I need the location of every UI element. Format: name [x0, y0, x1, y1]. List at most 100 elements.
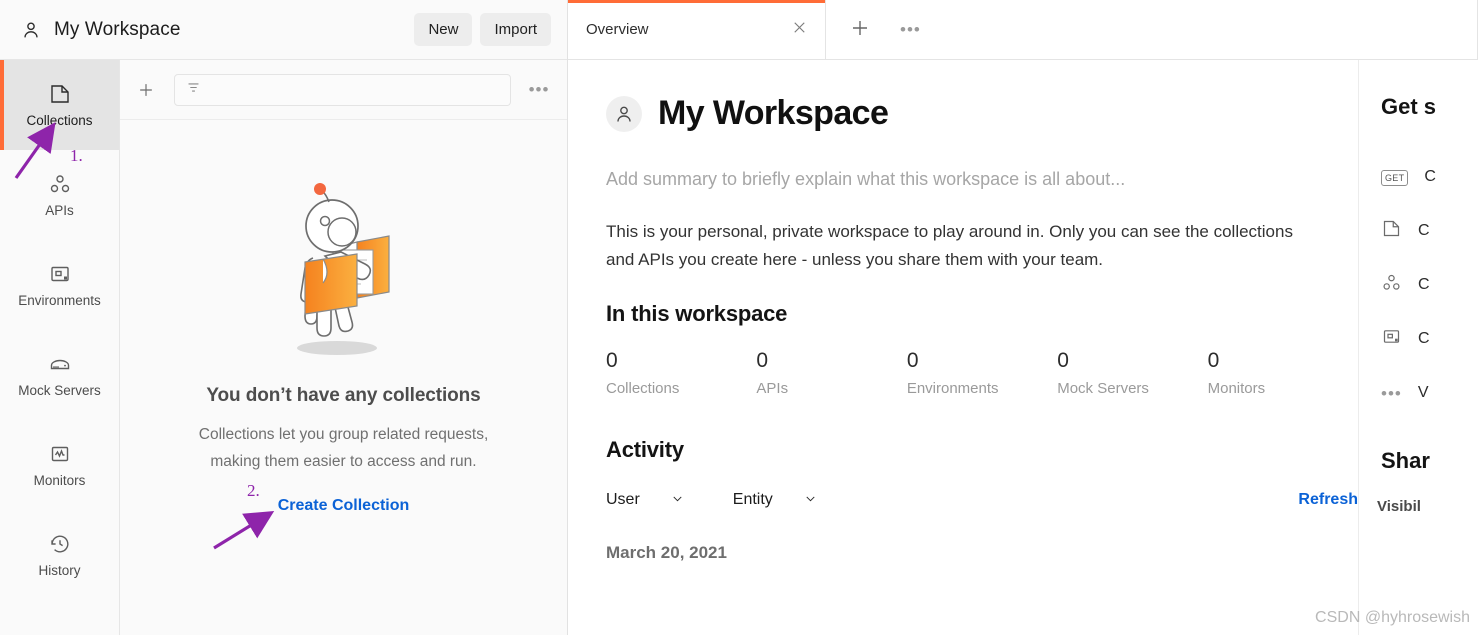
stat-collections-label: Collections [606, 380, 680, 398]
get-started-item-api[interactable]: C [1359, 258, 1478, 312]
summary-placeholder[interactable]: Add summary to briefly explain what this… [606, 169, 1358, 190]
collection-icon [48, 82, 72, 106]
collection-icon [1381, 218, 1402, 244]
get-started-item-request-label: C [1424, 168, 1436, 185]
csdn-watermark: CSDN @hyhrosewish [1315, 609, 1470, 626]
sidebar-label-history: History [38, 563, 81, 578]
sidebar-item-environments[interactable]: Environments [0, 240, 119, 330]
stat-monitors: 0 Monitors [1208, 349, 1358, 397]
activity-user-filter[interactable]: User [606, 491, 685, 509]
activity-user-filter-label: User [606, 491, 640, 509]
get-started-item-view-more-label: V [1417, 384, 1429, 401]
collections-pane: ••• You don’t have any collections Colle… [120, 60, 567, 635]
stat-apis-count: 0 [756, 349, 769, 373]
sidebar-item-mock-servers[interactable]: Mock Servers [0, 330, 119, 420]
tab-overview-label: Overview [586, 21, 649, 38]
get-started-item-request[interactable]: GET C [1359, 150, 1478, 204]
main-pane: Overview ••• My Workspace Add summary to… [568, 0, 1478, 635]
stat-mock-servers: 0 Mock Servers [1057, 349, 1207, 397]
get-started-item-environment[interactable]: C [1359, 312, 1478, 366]
sidebar-label-monitors: Monitors [33, 473, 86, 488]
empty-subtitle-line2: making them easier to access and run. [210, 453, 477, 471]
person-icon [18, 17, 44, 43]
stat-mock-servers-count: 0 [1057, 349, 1069, 373]
workspace-header: My Workspace New Import [0, 0, 567, 60]
collections-filter-input[interactable] [210, 82, 500, 97]
refresh-link[interactable]: Refresh [1298, 491, 1358, 509]
get-started-sidebar: Get s GET C C C C ••• V Shar Visibil [1358, 60, 1478, 635]
get-started-item-collection[interactable]: C [1359, 204, 1478, 258]
main-body: My Workspace Add summary to briefly expl… [568, 60, 1478, 635]
sidebar-label-mock-servers: Mock Servers [18, 383, 101, 398]
collections-empty-state: You don’t have any collections Collectio… [120, 120, 567, 635]
chevron-down-icon [803, 491, 818, 509]
plus-icon[interactable] [132, 76, 160, 104]
empty-state-title: You don’t have any collections [206, 385, 481, 406]
tab-overview[interactable]: Overview [568, 0, 826, 59]
create-collection-link[interactable]: Create Collection [278, 497, 410, 515]
stat-mock-servers-label: Mock Servers [1057, 380, 1149, 398]
new-button[interactable]: New [414, 13, 473, 46]
activity-filters: User Entity Refresh [606, 491, 1358, 509]
workspace-overview: My Workspace Add summary to briefly expl… [568, 60, 1358, 635]
collections-toolbar: ••• [120, 60, 567, 120]
stat-apis-label: APIs [756, 380, 789, 398]
get-started-title: Get s [1381, 94, 1437, 119]
environment-icon [48, 262, 72, 286]
workspace-description: This is your personal, private workspace… [606, 222, 1293, 269]
empty-state-subtitle: Collections let you group related reques… [199, 421, 489, 475]
get-method-icon: GET [1381, 168, 1409, 186]
stat-monitors-count: 0 [1207, 349, 1220, 373]
apis-icon [1381, 272, 1402, 298]
activity-date-group: March 20, 2021 [606, 543, 727, 563]
tab-tools: ••• [826, 0, 1478, 59]
more-horizontal-icon[interactable]: ••• [525, 76, 553, 104]
sidebar-item-history[interactable]: History [0, 510, 119, 600]
chevron-down-icon [670, 491, 685, 509]
filter-icon [185, 79, 202, 101]
activity-entity-filter-label: Entity [732, 491, 773, 509]
activity-entity-filter[interactable]: Entity [733, 491, 818, 509]
mock-server-icon [48, 352, 72, 376]
new-tab-plus-icon[interactable] [848, 16, 872, 44]
stat-environments-label: Environments [906, 380, 999, 398]
empty-subtitle-line1: Collections let you group related reques… [198, 426, 489, 443]
annotation-number-1: 1. [70, 146, 83, 165]
get-started-item-view-more[interactable]: ••• V [1359, 366, 1478, 420]
postman-app-window: My Workspace New Import Collections APIs… [0, 0, 1478, 635]
overview-header: My Workspace [606, 94, 1358, 133]
workspace-stats: 0 Collections 0 APIs 0 Environments 0 Mo… [606, 349, 1358, 397]
sidebar-item-apis[interactable]: APIs [0, 150, 119, 240]
monitor-icon [48, 442, 72, 466]
person-carrying-box-illustration [296, 183, 390, 355]
workspace-name: My Workspace [54, 18, 181, 40]
more-horizontal-icon: ••• [1381, 383, 1402, 403]
sidebar-item-collections[interactable]: Collections [0, 60, 119, 150]
navigation-rail: Collections APIs Environments Mock Serve… [0, 60, 120, 635]
collections-filter-box[interactable] [174, 73, 511, 106]
stat-apis: 0 APIs [756, 349, 906, 397]
overview-person-icon [606, 95, 642, 132]
stat-collections: 0 Collections [606, 349, 756, 397]
sidebar-label-environments: Environments [18, 293, 101, 308]
stat-monitors-label: Monitors [1207, 380, 1266, 398]
visibility-label: Visibil [1377, 498, 1421, 515]
tab-more-horizontal-icon[interactable]: ••• [900, 21, 921, 38]
share-section-title: Shar [1381, 448, 1430, 473]
activity-heading: Activity [606, 437, 684, 463]
workspace-actions: New Import [414, 13, 551, 46]
get-started-item-environment-label: C [1418, 330, 1430, 347]
left-pane: My Workspace New Import Collections APIs… [0, 0, 568, 635]
apis-icon [48, 172, 72, 196]
tab-bar: Overview ••• [568, 0, 1478, 60]
sidebar-label-collections: Collections [26, 113, 93, 128]
in-this-workspace-heading: In this workspace [606, 301, 788, 327]
get-started-item-api-label: C [1418, 276, 1430, 293]
sidebar-label-apis: APIs [45, 203, 74, 218]
import-button[interactable]: Import [480, 13, 551, 46]
left-body: Collections APIs Environments Mock Serve… [0, 60, 567, 635]
sidebar-item-monitors[interactable]: Monitors [0, 420, 119, 510]
stat-environments-count: 0 [906, 349, 919, 373]
close-icon[interactable] [790, 18, 809, 41]
history-icon [48, 532, 72, 556]
